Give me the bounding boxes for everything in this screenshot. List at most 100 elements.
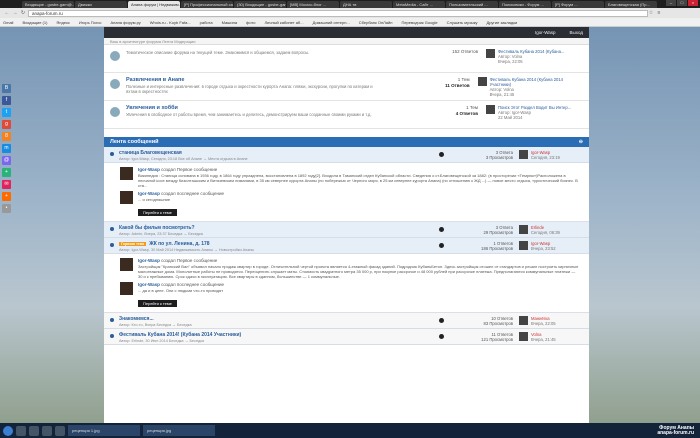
forward-icon[interactable]: → — [12, 10, 18, 16]
browser-tab[interactable]: Поисковики - Форум ... — [499, 1, 551, 8]
topic-title-text[interactable]: станица Благовещенская — [119, 150, 182, 156]
post-author[interactable]: Igor-Wasp — [138, 282, 160, 287]
topic-title[interactable]: Фестиваль Кубана 2014! (Кубана 2014 Учас… — [119, 332, 439, 338]
facebook-icon[interactable]: f — [2, 96, 11, 105]
last-post-title[interactable]: Фестиваль Кубана 2014 (Кубана 2014 Участ… — [490, 77, 583, 87]
topic-row[interactable]: Какой бы фильм посмотреть? Автор: Admin, … — [104, 222, 589, 238]
forum-row[interactable]: Тематическое описание форума на текущей … — [104, 45, 589, 73]
topic-row[interactable]: Знакомимся... Автор: Кто-то, Вчера Беседк… — [104, 313, 589, 329]
topic-meta: Автор: Кто-то, Вчера Беседка → Беседка — [119, 323, 192, 327]
start-icon[interactable] — [3, 425, 13, 436]
browser-tab[interactable]: [Р] Профессиональный сайт... — [181, 1, 233, 8]
back-icon[interactable]: ← — [4, 10, 10, 16]
forum-main: Тематическое описание форума на текущей … — [126, 49, 386, 55]
topic-title-text[interactable]: ЖК по ул. Ленина, д. 178 — [149, 241, 209, 247]
user-menu[interactable]: Igor-Wasp — [535, 30, 556, 35]
bookmark[interactable]: Входящие (1) — [22, 20, 47, 25]
go-to-topic-button[interactable]: Перейти к теме — [138, 209, 177, 216]
explorer-icon[interactable] — [16, 425, 26, 436]
browser-tab[interactable]: [MB] Мозгос-блог ... — [287, 1, 339, 8]
avatar — [519, 150, 528, 159]
topic-title[interactable]: Какой бы фильм посмотреть? — [119, 225, 439, 231]
bookmark[interactable]: Личный кабинет аб... — [265, 20, 304, 25]
topic-title-text[interactable]: Какой бы фильм посмотреть? — [119, 225, 195, 231]
browser-tab-active[interactable]: Анапа форум | Недвижим... — [128, 1, 180, 8]
topic-title[interactable]: станица Благовещенская — [119, 150, 439, 156]
browser-tab[interactable]: Пользовательский ... — [446, 1, 498, 8]
last-post-date: Сегодня, 06:39 — [531, 230, 560, 235]
browser-tab[interactable]: Движки — [75, 1, 127, 8]
forum-title[interactable]: Увлечения и хобби — [126, 105, 386, 111]
post-body: Igor-Wasp создал Первое сообщение Застрой… — [138, 258, 579, 279]
browser-tab[interactable]: Входящие - gosbe-garn@... — [22, 1, 74, 8]
forum-description: Тематическое описание форума на текущей … — [126, 50, 310, 55]
topic-last-post: Маниёгка Вчера, 22:05 — [519, 316, 556, 326]
bookmark[interactable]: Переводчик Google — [401, 20, 437, 25]
post-text: ... и сегодняшние — [138, 197, 171, 202]
forum-description: Увлечения в свободное от работы время, ч… — [126, 112, 372, 117]
topic-title[interactable]: Горячая тема ЖК по ул. Ленина, д. 178 — [119, 241, 439, 247]
browser-tab[interactable]: [Р] Форум ... — [552, 1, 604, 8]
topic-main: Знакомимся... Автор: Кто-то, Вчера Беседк… — [119, 316, 439, 327]
browser-tab[interactable]: (30) Входящие - gosbe-garn... — [234, 1, 286, 8]
taskbar-window[interactable]: рецепция.jpg — [143, 425, 215, 436]
topic-row[interactable]: станица Благовещенская Автор: Igor-Wasp, … — [104, 147, 589, 163]
browser-tab[interactable]: MetaMedia - Сайт ... — [393, 1, 445, 8]
logout-link[interactable]: Выход — [570, 30, 583, 35]
menu-icon[interactable]: ≡ — [656, 10, 662, 16]
bookmark[interactable]: Яндекс — [56, 20, 69, 25]
topic-title[interactable]: Знакомимся... — [119, 316, 439, 322]
topic-row[interactable]: Горячая тема ЖК по ул. Ленина, д. 178 Авто… — [104, 238, 589, 254]
chrome-icon[interactable] — [29, 425, 39, 436]
app-icon[interactable] — [55, 425, 65, 436]
bookmark[interactable]: фото — [246, 20, 255, 25]
forum-row[interactable]: Увлечения и хобби Увлечения в свободное о… — [104, 101, 589, 129]
topic-title-text[interactable]: Знакомимся... — [119, 316, 154, 322]
bookmark[interactable]: Другие закладки — [487, 20, 518, 25]
topic-row[interactable]: Фестиваль Кубана 2014! (Кубана 2014 Учас… — [104, 329, 589, 345]
post-body: Igor-Wasp создал Первое сообщение Википед… — [138, 167, 579, 188]
email-icon[interactable]: @ — [2, 156, 11, 165]
post-author[interactable]: Igor-Wasp — [138, 167, 160, 172]
forum-title[interactable]: Развлечения в Анапе — [126, 77, 380, 83]
twitter-icon[interactable]: t — [2, 108, 11, 117]
minimize-icon[interactable]: – — [666, 0, 676, 6]
mailru-icon[interactable]: m — [2, 144, 11, 153]
bookmark[interactable]: Gmail — [3, 20, 13, 25]
bookmark[interactable]: Whois.ru - Koyb Fafa... — [150, 20, 191, 25]
photoshop-icon[interactable] — [42, 425, 52, 436]
bookmark[interactable]: Слушать музыку — [447, 20, 478, 25]
taskbar-window[interactable]: рецепция 1.jpg — [68, 425, 140, 436]
collapse-icon[interactable]: ⊖ — [579, 137, 583, 147]
more-share-icon[interactable]: + — [2, 192, 11, 201]
post-author[interactable]: Igor-Wasp — [138, 191, 160, 196]
bookmark[interactable]: Игорь Погос — [79, 20, 102, 25]
bookmark-add-icon[interactable]: + — [2, 168, 11, 177]
url-input[interactable]: anapa-forum.ru — [28, 9, 648, 17]
go-to-topic-button[interactable]: Перейти к теме — [138, 300, 177, 307]
last-post-info: Volna Вчера, 21:45 — [531, 332, 556, 342]
forum-row[interactable]: Развлечения в Анапе Полезные и интересные… — [104, 73, 589, 101]
close-icon[interactable]: × — [688, 0, 698, 6]
social-share-bar: В f t g 8 m @ + ✉ + • — [2, 84, 12, 216]
post-head: Igor-Wasp создал последнее сообщение — [138, 191, 224, 196]
bookmark[interactable]: Анапа форум.ру — [110, 20, 140, 25]
mail-icon[interactable]: ✉ — [2, 180, 11, 189]
post-author[interactable]: Igor-Wasp — [138, 258, 160, 263]
counter-icon[interactable]: • — [2, 204, 11, 213]
vk-icon[interactable]: В — [2, 84, 11, 93]
topic-title-text[interactable]: Фестиваль Кубана 2014! (Кубана 2014 Учас… — [119, 332, 241, 338]
bookmark[interactable]: Сбербанк ОнЛайн — [359, 20, 393, 25]
bookmark[interactable]: работа — [200, 20, 213, 25]
browser-tab[interactable]: Благовещенская (Пр... — [605, 1, 657, 8]
topic-main: станица Благовещенская Автор: Igor-Wasp, … — [119, 150, 439, 161]
browser-tab[interactable]: ДНА тв — [340, 1, 392, 8]
reload-icon[interactable]: ↻ — [20, 10, 26, 16]
bookmark[interactable]: Домашний интерн... — [313, 20, 350, 25]
star-icon[interactable]: ☆ — [648, 10, 654, 16]
topic-views: 121 Просмотров — [481, 337, 513, 342]
maximize-icon[interactable]: □ — [677, 0, 687, 6]
odnoklassniki-icon[interactable]: 8 — [2, 132, 11, 141]
googleplus-icon[interactable]: g — [2, 120, 11, 129]
bookmark[interactable]: Машина — [222, 20, 237, 25]
